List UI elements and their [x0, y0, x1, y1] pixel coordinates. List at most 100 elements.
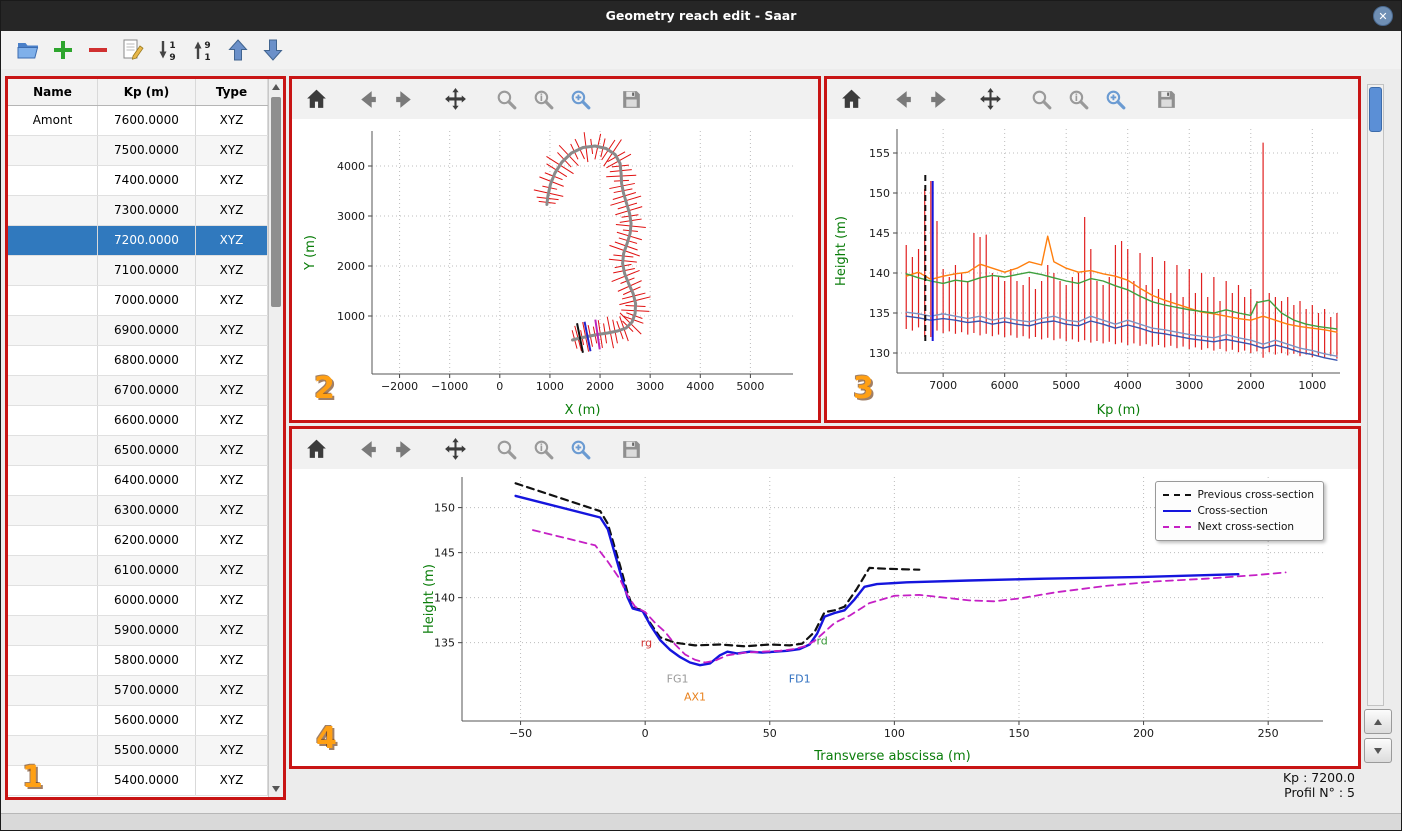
pan-icon[interactable] — [443, 437, 468, 462]
forward-icon[interactable] — [927, 87, 952, 112]
profile-scrollbar-thumb[interactable] — [1369, 87, 1382, 132]
zoom-info-icon[interactable]: i — [1066, 87, 1091, 112]
table-row[interactable]: 5600.0000 XYZ — [8, 706, 283, 736]
table-scrollbar-thumb[interactable] — [271, 97, 281, 307]
table-cell: XYZ — [196, 736, 268, 765]
move-up-icon[interactable] — [225, 37, 251, 63]
sort-descending-icon[interactable]: 91 — [190, 37, 216, 63]
table-cell — [8, 586, 98, 615]
svg-text:FG1: FG1 — [667, 672, 689, 685]
table-cell: XYZ — [196, 646, 268, 675]
svg-text:150: 150 — [869, 187, 890, 200]
title-bar[interactable]: Geometry reach edit - Saar ✕ — [1, 1, 1401, 31]
home-icon[interactable] — [304, 87, 329, 112]
zoom-icon[interactable] — [494, 437, 519, 462]
table-row[interactable]: 7000.0000 XYZ — [8, 286, 283, 316]
table-row[interactable]: 7300.0000 XYZ — [8, 196, 283, 226]
scroll-up-icon[interactable] — [269, 80, 283, 94]
zoom-info-icon[interactable]: i — [531, 437, 556, 462]
table-row[interactable]: 6900.0000 XYZ — [8, 316, 283, 346]
move-down-icon[interactable] — [260, 37, 286, 63]
table-cell — [8, 736, 98, 765]
table-cell: 6100.0000 — [98, 556, 196, 585]
forward-icon[interactable] — [392, 437, 417, 462]
svg-text:5000: 5000 — [736, 380, 764, 393]
table-scrollbar[interactable] — [268, 79, 283, 797]
table-cell: XYZ — [196, 256, 268, 285]
table-row[interactable]: 6400.0000 XYZ — [8, 466, 283, 496]
table-cell: 6600.0000 — [98, 406, 196, 435]
zoom-plus-icon[interactable] — [568, 437, 593, 462]
home-icon[interactable] — [304, 437, 329, 462]
table-cell — [8, 496, 98, 525]
table-row[interactable]: 6800.0000 XYZ — [8, 346, 283, 376]
legend: Previous cross-section Cross-section Next … — [1155, 481, 1324, 541]
open-folder-icon[interactable] — [15, 37, 41, 63]
table-row[interactable]: 6300.0000 XYZ — [8, 496, 283, 526]
table-row[interactable]: 5500.0000 XYZ — [8, 736, 283, 766]
sort-ascending-icon[interactable]: 19 — [155, 37, 181, 63]
profile-scrollbar[interactable] — [1367, 84, 1384, 706]
main-toolbar: 1991 — [1, 31, 1401, 69]
back-icon[interactable] — [355, 87, 380, 112]
close-button[interactable]: ✕ — [1373, 6, 1393, 26]
table-row[interactable]: 6200.0000 XYZ — [8, 526, 283, 556]
zoom-icon[interactable] — [494, 87, 519, 112]
back-icon[interactable] — [890, 87, 915, 112]
zoom-plus-icon[interactable] — [1103, 87, 1128, 112]
table-row[interactable]: 5400.0000 XYZ — [8, 766, 283, 796]
table-row[interactable]: 5900.0000 XYZ — [8, 616, 283, 646]
forward-icon[interactable] — [392, 87, 417, 112]
table-row[interactable]: 5800.0000 XYZ — [8, 646, 283, 676]
save-icon[interactable] — [1154, 87, 1179, 112]
remove-icon[interactable] — [85, 37, 111, 63]
table-row[interactable]: 7200.0000 XYZ — [8, 226, 283, 256]
table-cell: 7100.0000 — [98, 256, 196, 285]
legend-entry: Cross-section — [1163, 503, 1314, 519]
pan-icon[interactable] — [443, 87, 468, 112]
zoom-plus-icon[interactable] — [568, 87, 593, 112]
table-body: Amont 7600.0000 XYZ 7500.0000 XYZ 7400.0000 XY… — [8, 106, 283, 796]
table-cell: XYZ — [196, 346, 268, 375]
longitudinal-profile-plot[interactable]: 7000 6000 5000 4000 3000 2000 1000 130 135 140 145… — [827, 119, 1358, 420]
save-icon[interactable] — [619, 87, 644, 112]
table-row[interactable]: 6700.0000 XYZ — [8, 376, 283, 406]
table-row[interactable]: 7500.0000 XYZ — [8, 136, 283, 166]
table-cell: 6500.0000 — [98, 436, 196, 465]
svg-text:2000: 2000 — [337, 260, 365, 273]
edit-icon[interactable] — [120, 37, 146, 63]
table-cell: 5700.0000 — [98, 676, 196, 705]
table-cell: XYZ — [196, 226, 268, 255]
zoom-info-icon[interactable]: i — [531, 87, 556, 112]
svg-text:3000: 3000 — [636, 380, 664, 393]
svg-text:140: 140 — [434, 592, 455, 605]
table-cell — [8, 526, 98, 555]
table-row[interactable]: 7400.0000 XYZ — [8, 166, 283, 196]
pan-icon[interactable] — [978, 87, 1003, 112]
table-row[interactable]: Amont 7600.0000 XYZ — [8, 106, 283, 136]
svg-text:0: 0 — [496, 380, 503, 393]
table-cell — [8, 436, 98, 465]
previous-profile-button[interactable] — [1364, 709, 1392, 734]
table-cell — [8, 166, 98, 195]
table-row[interactable]: 6000.0000 XYZ — [8, 586, 283, 616]
home-icon[interactable] — [839, 87, 864, 112]
table-row[interactable]: 7100.0000 XYZ — [8, 256, 283, 286]
table-row[interactable]: 6500.0000 XYZ — [8, 436, 283, 466]
next-profile-button[interactable] — [1364, 738, 1392, 763]
svg-text:X (m): X (m) — [565, 403, 601, 418]
save-icon[interactable] — [619, 437, 644, 462]
svg-text:3000: 3000 — [1175, 379, 1203, 392]
back-icon[interactable] — [355, 437, 380, 462]
column-header: Kp (m) — [98, 79, 196, 105]
table-row[interactable]: 6100.0000 XYZ — [8, 556, 283, 586]
table-cell: 5600.0000 — [98, 706, 196, 735]
svg-text:0: 0 — [642, 727, 649, 740]
plan-view-plot[interactable]: −2000 −1000 0 1000 2000 3000 4000 5000 1000 2000 3… — [292, 119, 818, 420]
zoom-icon[interactable] — [1029, 87, 1054, 112]
add-icon[interactable] — [50, 37, 76, 63]
scroll-down-icon[interactable] — [269, 782, 283, 796]
table-row[interactable]: 6600.0000 XYZ — [8, 406, 283, 436]
svg-text:9: 9 — [169, 53, 175, 63]
table-row[interactable]: 5700.0000 XYZ — [8, 676, 283, 706]
